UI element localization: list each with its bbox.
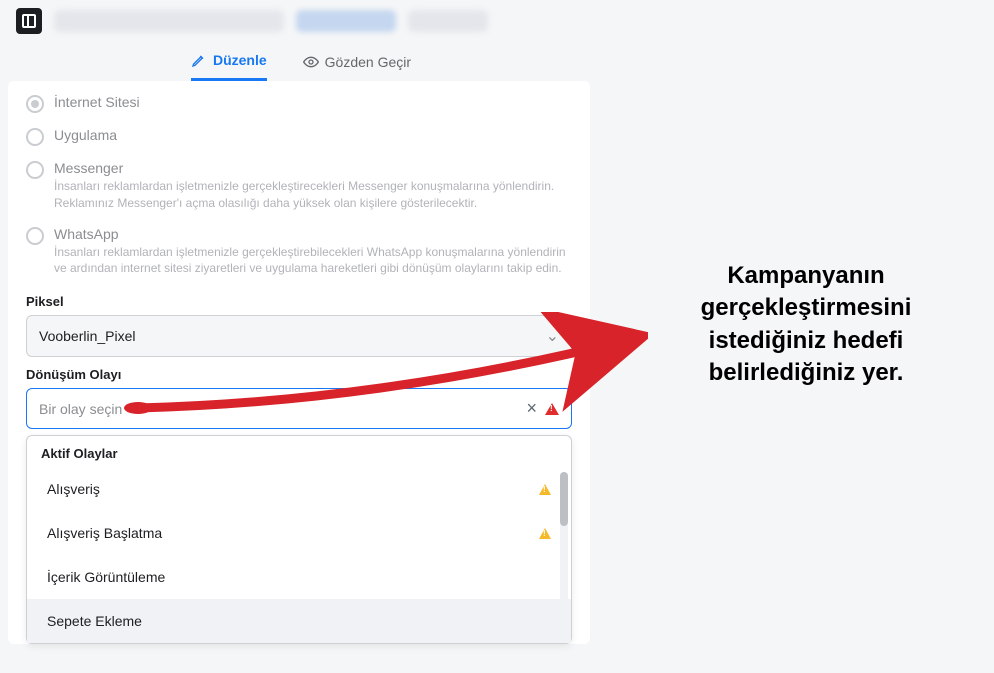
dropdown-item[interactable]: Sepete Ekleme (27, 599, 571, 643)
scrollbar[interactable] (560, 472, 568, 637)
radio-website[interactable]: İnternet Sitesi (26, 87, 572, 120)
event-dropdown: Aktif Olaylar Alışveriş Alışveriş Başlat… (26, 435, 572, 644)
top-bar (0, 0, 994, 42)
warning-icon (545, 403, 559, 415)
chevron-down-icon: ⌄ (546, 326, 559, 346)
scrollbar-thumb[interactable] (560, 472, 568, 526)
dropdown-item-label: Alışveriş Başlatma (47, 525, 162, 541)
radio-whatsapp[interactable]: WhatsApp İnsanları reklamlardan işletmen… (26, 219, 572, 285)
radio-whatsapp-desc: İnsanları reklamlardan işletmenizle gerç… (54, 244, 572, 278)
radio-app-label: Uygulama (54, 127, 572, 143)
event-select[interactable]: Bir olay seçin × (26, 388, 572, 429)
event-placeholder: Bir olay seçin (39, 401, 122, 417)
dropdown-header: Aktif Olaylar (27, 436, 571, 467)
pixel-value: Vooberlin_Pixel (39, 328, 136, 344)
radio-icon (26, 95, 44, 113)
tabs-bar: Düzenle Gözden Geçir (0, 42, 602, 81)
radio-messenger-label: Messenger (54, 160, 572, 176)
radio-icon (26, 227, 44, 245)
pencil-icon (191, 52, 207, 68)
tab-review[interactable]: Gözden Geçir (303, 52, 411, 81)
tab-edit-label: Düzenle (213, 52, 267, 68)
dropdown-item-label: Sepete Ekleme (47, 613, 142, 629)
radio-app[interactable]: Uygulama (26, 120, 572, 153)
clear-icon[interactable]: × (526, 398, 537, 419)
form-panel: İnternet Sitesi Uygulama Messenger İnsan… (8, 81, 590, 644)
dropdown-item[interactable]: Alışveriş (27, 467, 571, 511)
warning-icon (539, 484, 551, 495)
tab-edit[interactable]: Düzenle (191, 52, 267, 81)
dropdown-item-label: Alışveriş (47, 481, 100, 497)
annotation-text: Kampanyanın gerçekleştirmesini istediğin… (646, 260, 966, 390)
radio-website-label: İnternet Sitesi (54, 94, 572, 110)
radio-messenger-desc: İnsanları reklamlardan işletmenizle gerç… (54, 178, 572, 212)
event-label: Dönüşüm Olayı (26, 367, 572, 382)
blurred-chip (408, 10, 488, 32)
eye-icon (303, 54, 319, 70)
dropdown-item[interactable]: Alışveriş Başlatma (27, 511, 571, 555)
sidebar-toggle-button[interactable] (16, 8, 42, 34)
dropdown-scroll[interactable]: Alışveriş Alışveriş Başlatma İçerik Görü… (27, 467, 571, 643)
radio-messenger[interactable]: Messenger İnsanları reklamlardan işletme… (26, 153, 572, 219)
dropdown-item-label: İçerik Görüntüleme (47, 569, 165, 585)
radio-icon (26, 161, 44, 179)
warning-icon (539, 528, 551, 539)
dropdown-item[interactable]: İçerik Görüntüleme (27, 555, 571, 599)
pixel-select[interactable]: Vooberlin_Pixel ⌄ (26, 315, 572, 357)
radio-icon (26, 128, 44, 146)
tab-review-label: Gözden Geçir (325, 54, 411, 70)
pixel-label: Piksel (26, 294, 572, 309)
blurred-chip (296, 10, 396, 32)
radio-whatsapp-label: WhatsApp (54, 226, 572, 242)
blurred-breadcrumb (54, 10, 284, 32)
